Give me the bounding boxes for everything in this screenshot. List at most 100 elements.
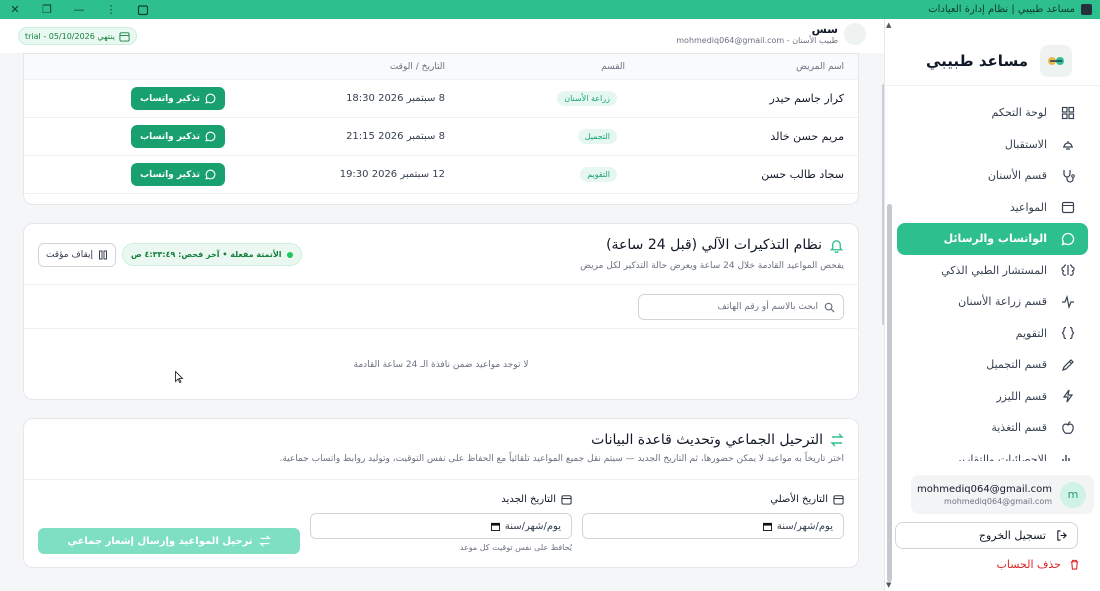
reminders-subtitle: يفحص المواعيد القادمة خلال 24 ساعة ويعرض…: [580, 261, 844, 271]
scroll-up-icon[interactable]: ▲: [886, 21, 891, 29]
calendar-picker-icon: [490, 522, 500, 531]
pen-icon: [1061, 358, 1075, 372]
sidebar-item-label: المستشار الطبي الذكي: [941, 263, 1047, 277]
appointments-table-card: اسم المريض القسم التاريخ / الوقت كرار جا…: [23, 53, 859, 205]
dept-badge: التجميل: [577, 129, 617, 144]
sidebar-item-label: قسم التغذية: [991, 421, 1047, 435]
bulk-subtitle: اختر تاريخاً به مواعيد لا يمكن حضورها، ث…: [279, 454, 844, 464]
reminders-header: نظام التذكيرات الآلي (قبل 24 ساعة) يفحص …: [24, 224, 858, 285]
mouse-cursor-icon: [175, 371, 184, 383]
brand[interactable]: مساعد طبيبي: [885, 19, 1100, 86]
patient-name: كرار جاسم حيدر: [769, 92, 844, 105]
search-placeholder: ابحث بالاسم أو رقم الهاتف: [717, 302, 818, 312]
trash-icon: [1070, 559, 1079, 570]
reception-bell-icon: [1061, 137, 1075, 151]
message-icon: [1061, 232, 1075, 246]
brain-icon: [1061, 263, 1075, 277]
table-header: اسم المريض القسم التاريخ / الوقت: [24, 54, 858, 80]
sidebar-item-10[interactable]: قسم التغذية: [897, 412, 1088, 444]
bulk-title-row: الترحيل الجماعي وتحديث قاعدة البيانات: [591, 432, 844, 448]
whatsapp-reminder-button[interactable]: تذكير واتساب: [131, 125, 225, 148]
close-icon[interactable]: ✕: [8, 3, 22, 17]
apple-icon: [1061, 421, 1075, 435]
logout-icon: [1057, 530, 1067, 541]
scroll-down-icon[interactable]: ▼: [886, 581, 891, 589]
patient-name: مريم حسن خالد: [770, 130, 844, 143]
table-row: كرار جاسم حيدر زراعة الأسنان 8 سبتمبر 2026…: [24, 80, 858, 118]
sidebar-item-3[interactable]: المواعيد: [897, 192, 1088, 224]
search-input[interactable]: ابحث بالاسم أو رقم الهاتف: [638, 294, 844, 320]
sidebar-item-label: الاحصائيات والتقارير: [955, 452, 1047, 461]
extension-icon[interactable]: [136, 3, 150, 17]
trial-label: trial - ينتهي 05/10/2026: [25, 31, 115, 41]
whatsapp-icon: [205, 131, 216, 142]
brand-name: مساعد طبيبي: [926, 52, 1028, 70]
user-email: mohmediq064@gmail.com: [917, 483, 1052, 495]
sidebar-item-4[interactable]: الواتساب والرسائل: [897, 223, 1088, 255]
dashboard-icon: [1061, 106, 1075, 120]
header-date: التاريخ / الوقت: [389, 61, 445, 72]
profile-block[interactable]: سس طبيب الأسنان - mohmediq064@gmail.com: [676, 23, 866, 45]
swap-icon: [258, 535, 271, 547]
sidebar-item-5[interactable]: المستشار الطبي الذكي: [897, 255, 1088, 287]
calendar-icon: [1061, 200, 1075, 214]
appointment-date: 12 سبتمبر 2026 19:30: [339, 169, 445, 180]
bell-icon: [829, 239, 844, 253]
sidebar-item-6[interactable]: قسم زراعة الأسنان: [897, 286, 1088, 318]
profile-text: سس طبيب الأسنان - mohmediq064@gmail.com: [676, 23, 838, 45]
calendar-icon: [561, 495, 572, 505]
pause-label: إيقاف مؤقت: [45, 250, 94, 260]
new-date-input[interactable]: يوم/شهر/سنة: [310, 513, 572, 539]
avatar: m: [1060, 481, 1086, 508]
whatsapp-reminder-button[interactable]: تذكير واتساب: [131, 163, 225, 186]
reminders-card: نظام التذكيرات الآلي (قبل 24 ساعة) يفحص …: [23, 223, 859, 400]
logout-button[interactable]: تسجيل الخروج: [895, 522, 1078, 549]
profile-role: طبيب الأسنان - mohmediq064@gmail.com: [676, 36, 838, 45]
scroll-thumb[interactable]: [887, 204, 892, 582]
sidebar-item-1[interactable]: الاستقبال: [897, 129, 1088, 161]
delete-account-button[interactable]: حذف الحساب: [996, 558, 1080, 571]
dept-cell: زراعة الأسنان: [455, 91, 643, 106]
sidebar-item-label: قسم زراعة الأسنان: [958, 295, 1047, 309]
sidebar-item-7[interactable]: التقويم: [897, 318, 1088, 350]
minimize-icon[interactable]: —: [72, 3, 86, 17]
original-date-input[interactable]: يوم/شهر/سنة: [582, 513, 844, 539]
window-title: مساعد طبيبي | نظام إدارة العيادات: [928, 4, 1075, 15]
reminders-title: نظام التذكيرات الآلي (قبل 24 ساعة): [606, 237, 822, 253]
swap-icon: [830, 433, 844, 447]
sidebar-item-label: لوحة التحكم: [991, 106, 1047, 120]
restore-icon[interactable]: ❐: [40, 3, 54, 17]
calendar-icon: [833, 495, 844, 505]
activity-icon: [1061, 294, 1075, 309]
action-cell: تذكير واتساب: [24, 125, 255, 148]
sidebar-scrollbar[interactable]: ▲ ▼: [885, 19, 895, 591]
user-text: mohmediq064@gmail.com mohmediq064@gmail.…: [917, 484, 1052, 506]
action-cell: تذكير واتساب: [24, 163, 255, 186]
sidebar-item-label: المواعيد: [1009, 200, 1047, 214]
sidebar-item-0[interactable]: لوحة التحكم: [897, 97, 1088, 129]
dept-badge: التقويم: [580, 167, 617, 182]
whatsapp-reminder-button[interactable]: تذكير واتساب: [131, 87, 225, 110]
sidebar-nav: لوحة التحكم الاستقبال قسم الأسنان المواعيد ا…: [885, 86, 1100, 461]
sidebar-item-2[interactable]: قسم الأسنان: [897, 160, 1088, 192]
calendar-icon: [119, 31, 130, 42]
sidebar-item-8[interactable]: قسم التجميل: [897, 349, 1088, 381]
sidebar-item-label: قسم التجميل: [986, 358, 1047, 372]
bulk-reschedule-button[interactable]: ترحيل المواعيد وإرسال إشعار جماعي: [38, 528, 300, 554]
search-icon: [824, 302, 835, 313]
empty-state: لا توجد مواعيد ضمن نافذة الـ 24 ساعة الق…: [353, 360, 529, 370]
pause-button[interactable]: إيقاف مؤقت: [38, 243, 116, 267]
whatsapp-icon: [205, 93, 216, 104]
action-cell: تذكير واتساب: [24, 87, 255, 110]
date-hint: يُحافظ على نفس توقيت كل موعد: [459, 543, 572, 552]
user-card[interactable]: m mohmediq064@gmail.com mohmediq064@gmai…: [911, 475, 1094, 514]
more-icon[interactable]: ⋮: [104, 3, 118, 17]
profile-avatar: [844, 23, 866, 45]
dept-cell: التقويم: [455, 167, 643, 182]
chart-icon: [1061, 452, 1075, 461]
patient-name: سجاد طالب حسن: [761, 168, 844, 181]
bulk-reschedule-card: الترحيل الجماعي وتحديث قاعدة البيانات اخ…: [23, 418, 859, 568]
sidebar-item-11[interactable]: الاحصائيات والتقارير: [897, 444, 1088, 461]
braces-icon: [1061, 326, 1075, 340]
sidebar-item-9[interactable]: قسم الليزر: [897, 381, 1088, 413]
